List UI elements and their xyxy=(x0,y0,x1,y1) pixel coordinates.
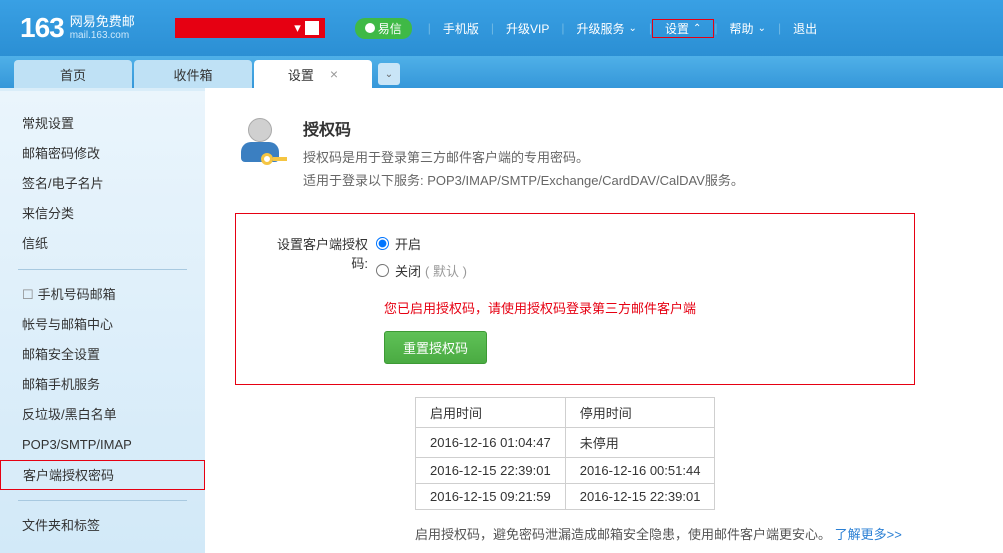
link-vip[interactable]: 升级VIP xyxy=(494,20,561,37)
sidebar-item-pop3[interactable]: POP3/SMTP/IMAP xyxy=(0,430,205,460)
chevron-up-icon: ⌃ xyxy=(693,23,701,34)
auth-avatar-icon xyxy=(235,116,285,166)
auth-history-table: 启用时间 停用时间 2016-12-16 01:04:47 未停用 2016-1… xyxy=(415,397,715,510)
sidebar-item-general[interactable]: 常规设置 xyxy=(0,109,205,139)
link-service[interactable]: 升级服务⌄ xyxy=(564,20,648,37)
sidebar-item-classify[interactable]: 来信分类 xyxy=(0,199,205,229)
link-mobile[interactable]: 手机版 xyxy=(431,20,491,37)
sidebar-item-paper[interactable]: 信纸 xyxy=(0,229,205,259)
top-header: 163 网易免费邮 mail.163.com ▾ 易信 | 手机版 | 升级VI… xyxy=(0,0,1003,56)
top-links: | 手机版 | 升级VIP | 升级服务⌄ | 设置⌃ | 帮助⌄ | 退出 xyxy=(428,19,829,38)
radio-on[interactable] xyxy=(376,237,389,250)
sidebar: 常规设置 邮箱密码修改 签名/电子名片 来信分类 信纸 手机号码邮箱 帐号与邮箱… xyxy=(0,88,205,553)
tab-more-button[interactable]: ⌄ xyxy=(378,63,400,85)
learn-more-link[interactable]: 了解更多>> xyxy=(835,527,902,542)
close-icon[interactable]: × xyxy=(330,66,338,82)
tab-row: 首页 收件箱 设置 × ⌄ xyxy=(0,56,1003,88)
sidebar-divider xyxy=(18,500,187,501)
sidebar-item-folder-label[interactable]: 文件夹和标签 xyxy=(0,511,205,541)
sidebar-item-password[interactable]: 邮箱密码修改 xyxy=(0,139,205,169)
sidebar-item-antispam[interactable]: 反垃圾/黑白名单 xyxy=(0,400,205,430)
link-exit[interactable]: 退出 xyxy=(781,20,829,37)
table-row: 2016-12-15 09:21:59 2016-12-15 22:39:01 xyxy=(416,483,715,509)
radio-on-row[interactable]: 开启 xyxy=(376,234,884,253)
col-enable: 启用时间 xyxy=(416,397,566,427)
chevron-down-icon: ⌄ xyxy=(629,23,637,34)
sidebar-item-account-center[interactable]: 帐号与邮箱中心 xyxy=(0,310,205,340)
sidebar-item-security[interactable]: 邮箱安全设置 xyxy=(0,340,205,370)
page-desc-1: 授权码是用于登录第三方邮件客户端的专用密码。 xyxy=(303,146,744,169)
sidebar-item-phone-service[interactable]: 邮箱手机服务 xyxy=(0,370,205,400)
table-row: 2016-12-15 22:39:01 2016-12-16 00:51:44 xyxy=(416,457,715,483)
table-row: 2016-12-16 01:04:47 未停用 xyxy=(416,427,715,457)
radio-off[interactable] xyxy=(376,264,389,277)
tab-home[interactable]: 首页 xyxy=(14,60,132,88)
account-bar[interactable]: ▾ xyxy=(175,18,325,38)
reset-auth-button[interactable]: 重置授权码 xyxy=(384,331,487,364)
main-content: 授权码 授权码是用于登录第三方邮件客户端的专用密码。 适用于登录以下服务: PO… xyxy=(205,88,1003,553)
page-title: 授权码 xyxy=(303,116,744,140)
radio-off-row[interactable]: 关闭 ( 默认 ) xyxy=(376,261,884,280)
page-desc-2: 适用于登录以下服务: POP3/IMAP/SMTP/Exchange/CardD… xyxy=(303,169,744,192)
sidebar-item-client-auth[interactable]: 客户端授权密码 xyxy=(0,460,205,490)
yixin-button[interactable]: 易信 xyxy=(355,18,412,39)
col-disable: 停用时间 xyxy=(565,397,715,427)
tab-settings[interactable]: 设置 × xyxy=(254,60,372,88)
panel-label: 设置客户端授权码: xyxy=(266,234,376,272)
warn-text: 您已启用授权码，请使用授权码登录第三方邮件客户端 xyxy=(266,298,884,317)
logo-subtitle: 网易免费邮 mail.163.com xyxy=(70,15,135,40)
link-help[interactable]: 帮助⌄ xyxy=(718,20,778,37)
foot-note: 启用授权码，避免密码泄漏造成邮箱安全隐患，使用邮件客户端更安心。 了解更多>> xyxy=(415,524,983,543)
sidebar-divider xyxy=(18,269,187,270)
sidebar-item-signature[interactable]: 签名/电子名片 xyxy=(0,169,205,199)
logo-163: 163 xyxy=(20,12,64,44)
link-settings[interactable]: 设置⌃ xyxy=(652,19,714,38)
auth-panel: 设置客户端授权码: 开启 关闭 ( 默认 ) 您已启用授权码，请使用授权码登录第… xyxy=(235,213,915,385)
chevron-down-icon: ⌄ xyxy=(758,23,766,34)
account-square-icon xyxy=(305,21,319,35)
tab-inbox[interactable]: 收件箱 xyxy=(134,60,252,88)
sidebar-item-phone-mail[interactable]: 手机号码邮箱 xyxy=(0,280,205,310)
